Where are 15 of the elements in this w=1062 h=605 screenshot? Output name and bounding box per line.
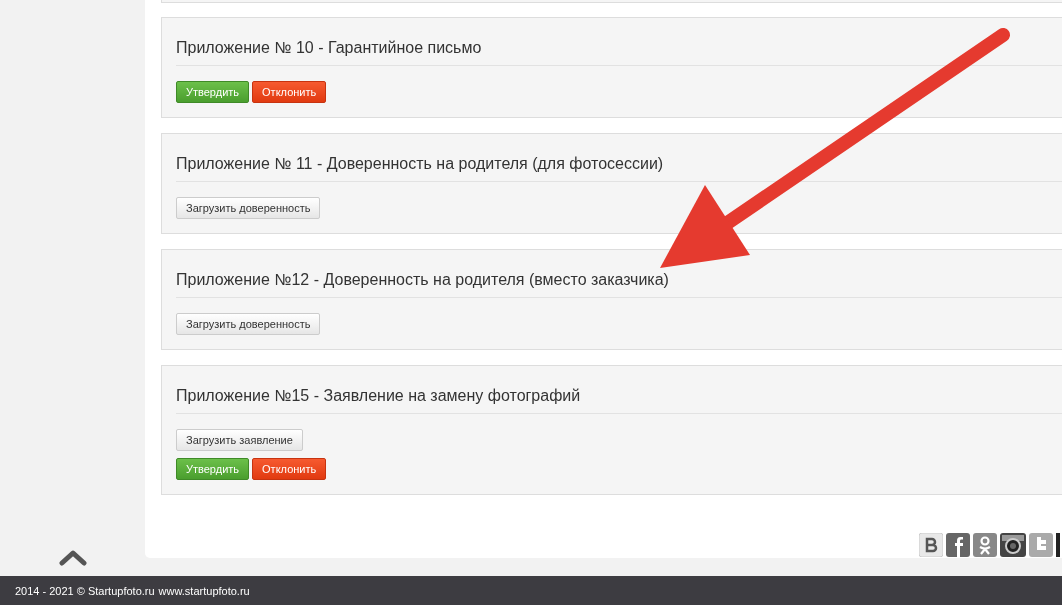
panel-title: Приложение № 11 - Доверенность на родителя (для фотосессии) — [176, 154, 664, 174]
facebook-icon[interactable] — [946, 533, 970, 557]
panel-title: Приложение №15 - Заявление на замену фотографий — [176, 386, 581, 406]
vk-icon[interactable] — [919, 533, 943, 557]
site-link[interactable]: www.startupfoto.ru — [158, 584, 250, 597]
chevron-up-icon[interactable] — [58, 550, 87, 566]
reject-button[interactable]: Отклонить — [252, 458, 327, 480]
panel-title: Приложение №12 - Доверенность на родителя (вместо заказчика) — [176, 270, 669, 290]
copyright-text: 2014 - 2021 © Startupfoto.ru — [15, 584, 155, 597]
upload-button[interactable]: Загрузить заявление — [176, 429, 303, 451]
upload-button[interactable]: Загрузить доверенность — [176, 313, 321, 335]
panel-title: Приложение № 10 - Гарантийное письмо — [176, 38, 482, 58]
upload-button[interactable]: Загрузить доверенность — [176, 197, 321, 219]
camera-icon[interactable] — [1000, 533, 1026, 557]
reject-button[interactable]: Отклонить — [252, 81, 327, 103]
